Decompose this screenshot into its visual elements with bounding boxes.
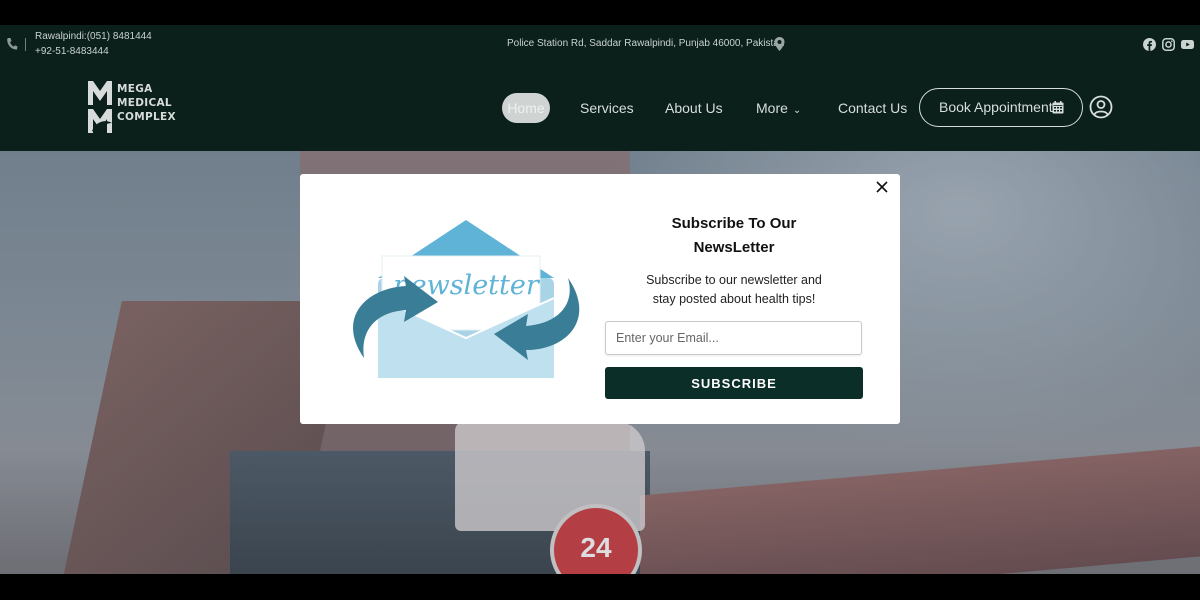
nav-contact-us[interactable]: Contact Us xyxy=(838,93,907,123)
newsletter-envelope-illustration: newsletter xyxy=(353,220,580,378)
newsletter-modal: newsletter Subscribe To Our NewsLetter S… xyxy=(300,174,900,424)
topbar-separator xyxy=(25,38,26,51)
main-navbar: MEGA MEDICAL COMPLEX Home Services About… xyxy=(0,65,1200,151)
phone-number-primary[interactable]: Rawalpindi:(051) 8481444 xyxy=(35,31,152,42)
book-appointment-label: Book Appointment xyxy=(939,99,1053,115)
nav-services[interactable]: Services xyxy=(580,93,634,123)
nav-more-label: More xyxy=(756,100,788,116)
nav-home[interactable]: Home xyxy=(502,93,550,123)
modal-title: Subscribe To Our NewsLetter xyxy=(671,215,797,256)
address-text: Police Station Rd, Saddar Rawalpindi, Pu… xyxy=(507,38,785,49)
close-icon[interactable] xyxy=(875,180,889,194)
screen-frame-top xyxy=(0,0,1200,25)
logo-mark-icon xyxy=(88,81,112,134)
book-appointment-button[interactable]: Book Appointment xyxy=(919,88,1083,127)
modal-description: Subscribe to our newsletter and stay pos… xyxy=(646,273,822,306)
phone-icon xyxy=(7,38,18,50)
user-account-icon[interactable] xyxy=(1089,95,1113,119)
calendar-icon xyxy=(1052,101,1064,114)
youtube-icon[interactable] xyxy=(1181,38,1194,51)
nav-about-us[interactable]: About Us xyxy=(665,93,723,123)
facebook-icon[interactable] xyxy=(1143,38,1156,51)
site-logo[interactable]: MEGA MEDICAL COMPLEX xyxy=(86,79,176,137)
instagram-icon[interactable] xyxy=(1162,38,1175,51)
top-info-bar: Rawalpindi:(051) 8481444 +92-51-8483444 … xyxy=(0,25,1200,65)
subscribe-button[interactable]: SUBSCRIBE xyxy=(605,367,863,399)
nav-more-dropdown[interactable]: More ⌄ xyxy=(756,93,801,123)
chevron-down-icon: ⌄ xyxy=(792,105,802,116)
email-input[interactable] xyxy=(605,321,862,355)
phone-number-secondary[interactable]: +92-51-8483444 xyxy=(35,46,109,57)
location-pin-icon xyxy=(774,37,785,51)
logo-text: MEGA MEDICAL COMPLEX xyxy=(117,83,176,123)
screen-frame-bottom xyxy=(0,574,1200,600)
